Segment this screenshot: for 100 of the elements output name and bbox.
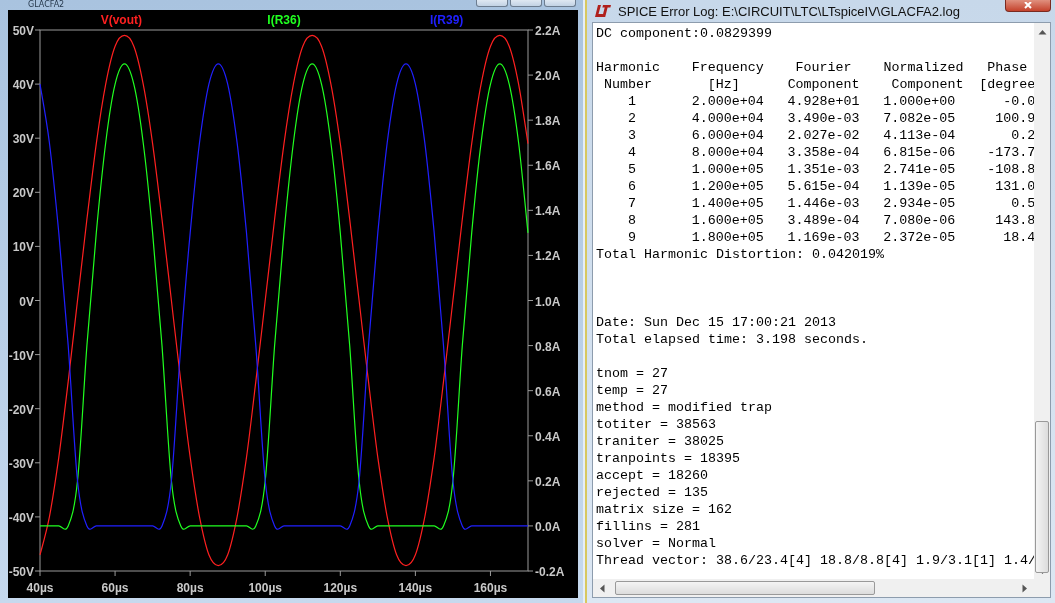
table-cell-text: 7.082e-05 bbox=[882, 110, 956, 127]
log-line: solver = Normal bbox=[596, 535, 717, 552]
table-cell-text: 8.000e+04 bbox=[690, 144, 764, 161]
column-header: Component bbox=[891, 76, 964, 93]
axis-label: -10V bbox=[8, 348, 34, 363]
axis-label: -40V bbox=[8, 510, 34, 525]
axis-label: 1.8A bbox=[535, 114, 561, 129]
table-cell-text: 2 bbox=[626, 110, 636, 127]
log-line: tnom = 27 bbox=[596, 365, 669, 382]
log-line: tranpoints = 18395 bbox=[596, 450, 741, 467]
scrollbar-thumb[interactable] bbox=[1035, 421, 1049, 573]
minimize-button[interactable] bbox=[476, 0, 508, 7]
table-cell-text: 0.5 bbox=[1010, 195, 1034, 212]
log-line: Total elapsed time: 3.198 seconds. bbox=[596, 331, 869, 348]
log-line: Date: Sun Dec 15 17:00:21 2013 bbox=[596, 314, 837, 331]
logo-icon bbox=[594, 4, 612, 18]
legend-label[interactable]: I(R36) bbox=[267, 13, 301, 27]
close-icon bbox=[1023, 2, 1033, 9]
axis-label: -30V bbox=[8, 456, 34, 471]
log-line: rejected = 135 bbox=[596, 484, 709, 501]
log-line: matrix size = 162 bbox=[596, 501, 733, 518]
axis-label: 2.0A bbox=[535, 69, 561, 84]
column-header: Fourier bbox=[795, 59, 852, 76]
table-cell-text: 5.615e-04 bbox=[786, 178, 860, 195]
axis-label: 40µs bbox=[26, 581, 54, 595]
table-cell-text: 1.200e+05 bbox=[690, 178, 764, 195]
table-cell-text: 7 bbox=[626, 195, 636, 212]
table-cell-text: 1 bbox=[626, 93, 636, 110]
log-line: fillins = 281 bbox=[596, 518, 701, 535]
table-cell-text: 4.000e+04 bbox=[690, 110, 764, 127]
axis-label: 40V bbox=[12, 78, 34, 93]
table-cell-text: 1.169e-03 bbox=[786, 229, 860, 246]
axis-label: 100µs bbox=[248, 581, 283, 595]
axis-label: 1.6A bbox=[535, 159, 561, 174]
table-cell-text: -173.7 bbox=[986, 144, 1034, 161]
axis-label: 0.0A bbox=[535, 519, 561, 534]
table-cell-text: 9 bbox=[626, 229, 636, 246]
axis-label: 0.6A bbox=[535, 384, 561, 399]
column-header: Frequency bbox=[691, 59, 764, 76]
log-line: method = modified trap bbox=[596, 399, 773, 416]
table-cell-text: 3.358e-04 bbox=[786, 144, 860, 161]
axis-label: 1.4A bbox=[535, 204, 561, 219]
table-cell-text: 7.080e-06 bbox=[882, 212, 956, 229]
table-cell-text: 2.372e-05 bbox=[882, 229, 956, 246]
log-line: accept = 18260 bbox=[596, 467, 709, 484]
axis-label: 0.4A bbox=[535, 429, 561, 444]
axis-label: 80µs bbox=[176, 581, 204, 595]
table-cell-text: 4.113e-04 bbox=[882, 127, 956, 144]
log-line: temp = 27 bbox=[596, 382, 669, 399]
axis-label: 60µs bbox=[101, 581, 129, 595]
table-cell-text: 5 bbox=[626, 161, 636, 178]
axis-label: 1.2A bbox=[535, 249, 561, 264]
scroll-right-icon[interactable] bbox=[1022, 583, 1028, 593]
axis-label: 0.8A bbox=[535, 339, 561, 354]
table-cell-text: 2.934e-05 bbox=[882, 195, 956, 212]
column-header: Number bbox=[604, 76, 652, 93]
table-cell-text: 1.400e+05 bbox=[690, 195, 764, 212]
axis-label: 140µs bbox=[398, 581, 433, 595]
scrollbar-thumb[interactable] bbox=[615, 581, 875, 595]
table-cell-text: 6 bbox=[626, 178, 636, 195]
table-cell-text: 2.027e-02 bbox=[786, 127, 860, 144]
column-header: [degree bbox=[979, 76, 1034, 93]
table-cell-text: 2.000e+04 bbox=[690, 93, 764, 110]
column-header: Normalized bbox=[883, 59, 964, 76]
axis-label: 2.2A bbox=[535, 24, 561, 38]
axis-label: -20V bbox=[8, 402, 34, 417]
table-cell-text: -108.8 bbox=[986, 161, 1034, 178]
table-cell-text: 1.800e+05 bbox=[690, 229, 764, 246]
table-cell-text: 143.8 bbox=[994, 212, 1034, 229]
axis-label: 0V bbox=[19, 294, 34, 309]
maximize-button[interactable] bbox=[510, 0, 542, 7]
table-cell-text: 4.928e+01 bbox=[786, 93, 860, 110]
table-cell-text: 6.000e+04 bbox=[690, 127, 764, 144]
table-cell-text: 6.815e-06 bbox=[882, 144, 956, 161]
table-cell-text: 4 bbox=[626, 144, 636, 161]
axis-label: 10V bbox=[12, 240, 34, 255]
table-cell-text: 3.490e-03 bbox=[786, 110, 860, 127]
table-cell-text: 0.2 bbox=[1010, 127, 1034, 144]
table-cell-text: 18.4 bbox=[1002, 229, 1034, 246]
table-cell-text: 8 bbox=[626, 212, 636, 229]
window-title: SPICE Error Log: E:\CIRCUIT\LTC\LTspiceIV\GLACFA2.log bbox=[618, 3, 960, 19]
log-line: totiter = 38563 bbox=[596, 416, 717, 433]
vertical-scrollbar[interactable] bbox=[1034, 23, 1050, 579]
column-header: Component bbox=[787, 76, 860, 93]
axis-label: 1.0A bbox=[535, 294, 561, 309]
axis-label: 20V bbox=[12, 186, 34, 201]
table-cell-text: 3.489e-04 bbox=[786, 212, 860, 229]
table-cell-text: 1.000e+00 bbox=[882, 93, 956, 110]
scroll-left-icon[interactable] bbox=[599, 583, 605, 593]
horizontal-scrollbar[interactable] bbox=[592, 579, 1051, 598]
legend-label[interactable]: V(vout) bbox=[100, 13, 142, 27]
log-line: DC component:0.0829399 bbox=[596, 25, 773, 42]
log-line: Total Harmonic Distortion: 0.042019% bbox=[596, 246, 885, 263]
scroll-up-icon[interactable] bbox=[1037, 29, 1047, 35]
axis-label: 50V bbox=[12, 24, 34, 38]
table-cell-text: 100.9 bbox=[994, 110, 1034, 127]
table-cell-text: 1.600e+05 bbox=[690, 212, 764, 229]
table-cell-text: 1.000e+05 bbox=[690, 161, 764, 178]
close-button[interactable] bbox=[1005, 0, 1051, 12]
table-cell-text: 131.0 bbox=[994, 178, 1034, 195]
